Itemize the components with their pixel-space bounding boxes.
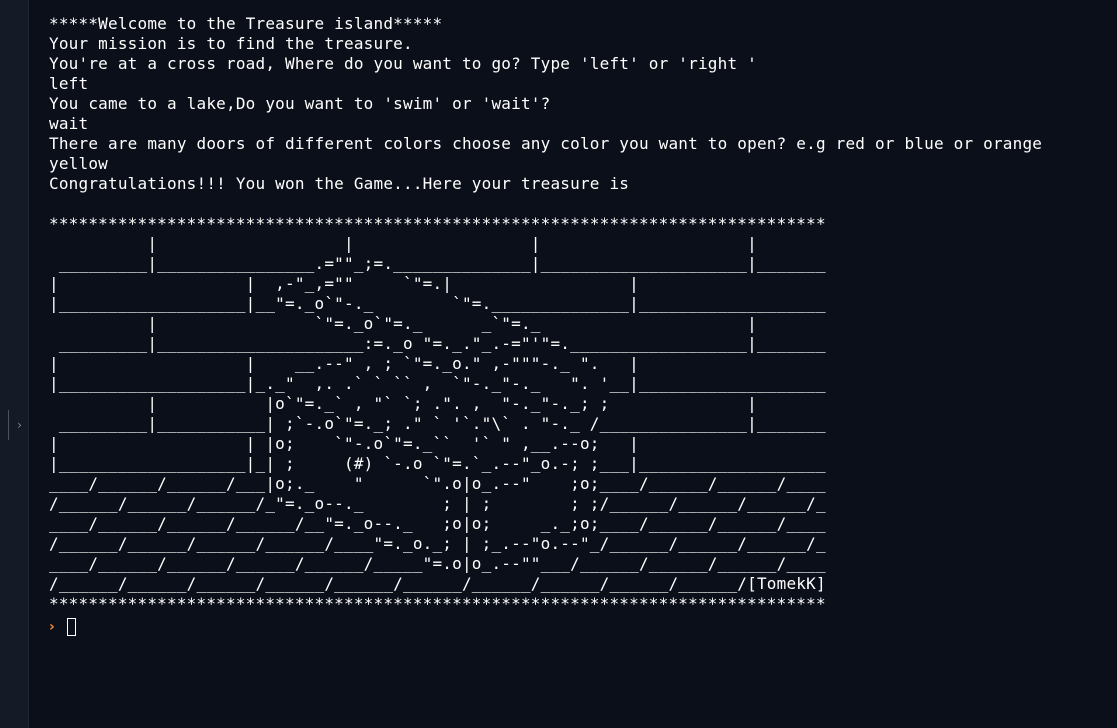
doors-question: There are many doors of different colors… xyxy=(49,134,1043,153)
chevron-right-icon[interactable]: › xyxy=(8,410,30,440)
input-prompt-row[interactable]: › xyxy=(49,616,1109,638)
lake-question: You came to a lake,Do you want to 'swim'… xyxy=(49,94,551,113)
prompt-arrow-icon: › xyxy=(49,619,55,635)
welcome-line: *****Welcome to the Treasure island***** xyxy=(49,14,443,33)
mission-line: Your mission is to find the treasure. xyxy=(49,34,413,53)
treasure-ascii-art: ****************************************… xyxy=(49,214,826,613)
left-rail xyxy=(0,0,29,728)
congratulations-line: Congratulations!!! You won the Game...He… xyxy=(49,174,630,193)
terminal-output: *****Welcome to the Treasure island*****… xyxy=(49,14,1109,714)
user-answer-door: yellow xyxy=(49,154,108,173)
crossroad-question: You're at a cross road, Where do you wan… xyxy=(49,54,757,73)
text-cursor[interactable] xyxy=(67,618,76,636)
user-answer-direction: left xyxy=(49,74,89,93)
user-answer-lake: wait xyxy=(49,114,89,133)
